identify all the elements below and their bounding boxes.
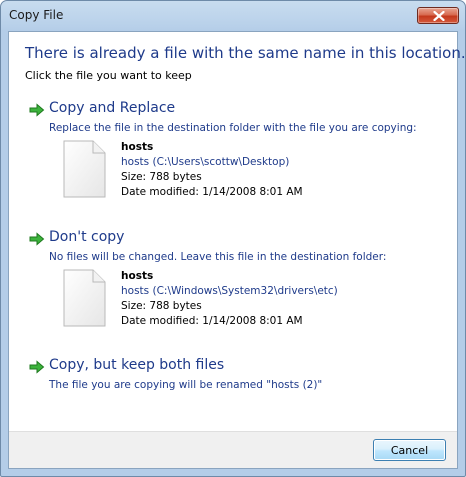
file-name: hosts: [121, 141, 154, 153]
dialog-heading: There is already a file with the same na…: [25, 44, 466, 62]
file-name: hosts: [121, 270, 154, 282]
file-path: hosts (C:\Windows\System32\drivers\etc): [121, 285, 338, 297]
green-arrow-icon: [29, 232, 45, 246]
close-button[interactable]: [417, 7, 459, 24]
close-icon: [433, 11, 445, 21]
dialog-instruction: Click the file you want to keep: [25, 69, 192, 82]
option-dont-copy[interactable]: Don't copy No files will be changed. Lea…: [29, 229, 449, 329]
cancel-button[interactable]: Cancel: [373, 439, 446, 461]
title-bar[interactable]: Copy File: [1, 1, 465, 31]
copy-file-dialog: Copy File There is already a file with t…: [0, 0, 466, 477]
option-description: Replace the file in the destination fold…: [49, 122, 417, 134]
window-title: Copy File: [9, 8, 64, 22]
option-copy-keep-both[interactable]: Copy, but keep both files The file you a…: [29, 357, 449, 395]
option-description: The file you are copying will be renamed…: [49, 379, 323, 391]
file-date-modified: Date modified: 1/14/2008 8:01 AM: [121, 186, 303, 198]
green-arrow-icon: [29, 360, 45, 374]
option-title: Copy, but keep both files: [49, 357, 225, 373]
option-title: Copy and Replace: [49, 100, 176, 116]
file-date-modified: Date modified: 1/14/2008 8:01 AM: [121, 315, 303, 327]
dialog-content: There is already a file with the same na…: [8, 31, 465, 469]
file-size: Size: 788 bytes: [121, 300, 202, 312]
file-icon: [63, 269, 106, 327]
file-icon: [63, 140, 106, 198]
green-arrow-icon: [29, 103, 45, 117]
option-copy-and-replace[interactable]: Copy and Replace Replace the file in the…: [29, 100, 449, 200]
dialog-footer: Cancel: [9, 431, 457, 468]
option-title: Don't copy: [49, 229, 125, 245]
file-path: hosts (C:\Users\scottw\Desktop): [121, 156, 290, 168]
option-description: No files will be changed. Leave this fil…: [49, 251, 387, 263]
file-size: Size: 788 bytes: [121, 171, 202, 183]
